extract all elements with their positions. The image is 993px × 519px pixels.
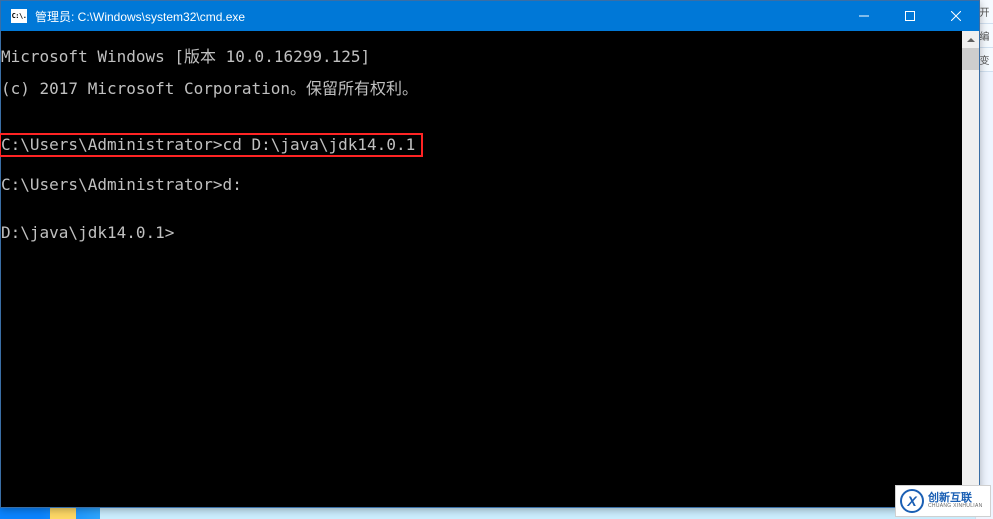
cmd-icon: C:\.: [11, 9, 27, 23]
terminal-highlighted-command: C:\Users\Administrator>cd D:\java\jdk14.…: [0, 133, 423, 157]
chevron-up-icon: [967, 36, 975, 44]
window-controls: [841, 1, 979, 31]
close-button[interactable]: [933, 1, 979, 31]
terminal-line-copyright: (c) 2017 Microsoft Corporation。保留所有权利。: [1, 81, 958, 97]
minimize-icon: [859, 11, 869, 21]
vertical-scrollbar[interactable]: [962, 31, 979, 507]
watermark-logo-icon: X: [900, 489, 924, 513]
watermark-logo-letter: X: [907, 493, 916, 509]
cmd-icon-label: C:\.: [12, 12, 27, 20]
maximize-button[interactable]: [887, 1, 933, 31]
taskbar-folder-icon: [50, 507, 76, 519]
titlebar[interactable]: C:\. 管理员: C:\Windows\system32\cmd.exe: [1, 1, 979, 31]
terminal-area: Microsoft Windows [版本 10.0.16299.125] (c…: [1, 31, 979, 507]
terminal-line-version: Microsoft Windows [版本 10.0.16299.125]: [1, 49, 958, 65]
minimize-button[interactable]: [841, 1, 887, 31]
maximize-icon: [905, 11, 915, 21]
close-icon: [951, 11, 961, 21]
watermark-en: CHUANG XINHULIAN: [928, 504, 983, 509]
window-title: 管理员: C:\Windows\system32\cmd.exe: [35, 8, 841, 25]
cmd-window: C:\. 管理员: C:\Windows\system32\cmd.exe Mi…: [0, 0, 980, 508]
watermark-text: 创新互联 CHUANG XINHULIAN: [928, 493, 983, 509]
scroll-track[interactable]: [962, 48, 979, 490]
scroll-thumb[interactable]: [962, 48, 979, 70]
terminal-line-current-prompt: D:\java\jdk14.0.1>: [1, 225, 958, 241]
watermark-badge: X 创新互联 CHUANG XINHULIAN: [895, 485, 991, 517]
scroll-up-button[interactable]: [962, 31, 979, 48]
terminal-output[interactable]: Microsoft Windows [版本 10.0.16299.125] (c…: [1, 31, 962, 507]
terminal-line-drive-change: C:\Users\Administrator>d:: [1, 177, 958, 193]
